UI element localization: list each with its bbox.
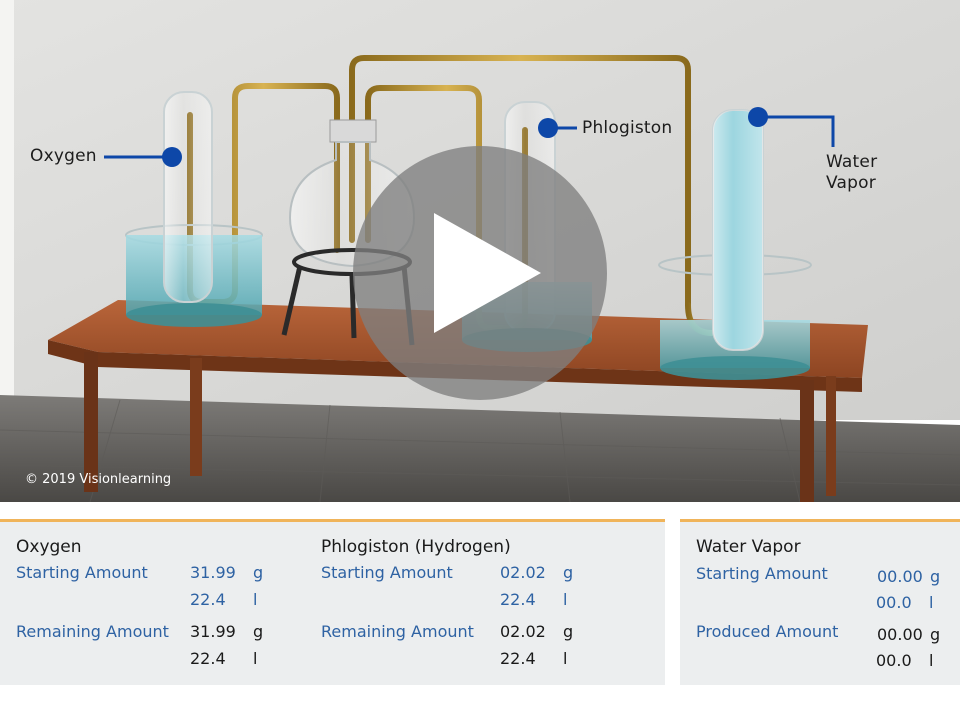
phlogiston-starting-mass-unit: g [563, 563, 574, 582]
copyright-notice: © 2019 Visionlearning [25, 472, 172, 487]
water-vapor-callout-label-line1: Water [826, 152, 878, 172]
phlogiston-remaining-volume: 22.4 [500, 649, 536, 668]
oxygen-callout-label: Oxygen [30, 146, 97, 166]
phlogiston-callout-label: Phlogiston [582, 118, 673, 138]
oxygen-starting-volume: 22.4 [190, 590, 226, 609]
oxygen-remaining-mass-unit: g [253, 622, 264, 641]
reactants-panel: Oxygen Starting Amount 31.99 g 22.4 l Re… [0, 519, 665, 685]
phlogiston-starting-mass: 02.02 [500, 563, 546, 582]
water-starting-volume: 00.0 [876, 593, 912, 612]
lab-illustration [0, 0, 960, 502]
water-starting-volume-unit: l [929, 593, 934, 612]
water-produced-mass-unit: g [930, 625, 941, 644]
play-button[interactable] [353, 146, 607, 400]
oxygen-starting-mass-unit: g [253, 563, 264, 582]
water-starting-label: Starting Amount [696, 564, 828, 583]
oxygen-starting-volume-unit: l [253, 590, 258, 609]
oxygen-remaining-volume: 22.4 [190, 649, 226, 668]
oxygen-starting-label: Starting Amount [16, 563, 148, 582]
water-produced-label: Produced Amount [696, 622, 839, 641]
water-vapor-callout-label-line2: Vapor [826, 173, 876, 193]
water-produced-mass: 00.00 [877, 625, 923, 644]
phlogiston-remaining-mass: 02.02 [500, 622, 546, 641]
phlogiston-starting-label: Starting Amount [321, 563, 453, 582]
water-vapor-title: Water Vapor [696, 537, 801, 557]
water-starting-mass-unit: g [930, 567, 941, 586]
phlogiston-starting-volume-unit: l [563, 590, 568, 609]
product-panel: Water Vapor Starting Amount 00.00 g 00.0… [680, 519, 960, 685]
oxygen-remaining-label: Remaining Amount [16, 622, 169, 641]
phlogiston-remaining-label: Remaining Amount [321, 622, 474, 641]
oxygen-title: Oxygen [16, 537, 82, 557]
water-produced-volume-unit: l [929, 651, 934, 670]
phlogiston-remaining-mass-unit: g [563, 622, 574, 641]
phlogiston-remaining-volume-unit: l [563, 649, 568, 668]
water-produced-volume: 00.0 [876, 651, 912, 670]
experiment-scene: Oxygen Phlogiston Water Vapor © 2019 Vis… [0, 0, 960, 502]
oxygen-starting-mass: 31.99 [190, 563, 236, 582]
oxygen-remaining-volume-unit: l [253, 649, 258, 668]
phlogiston-starting-volume: 22.4 [500, 590, 536, 609]
water-starting-mass: 00.00 [877, 567, 923, 586]
phlogiston-title: Phlogiston (Hydrogen) [321, 537, 511, 557]
oxygen-remaining-mass: 31.99 [190, 622, 236, 641]
